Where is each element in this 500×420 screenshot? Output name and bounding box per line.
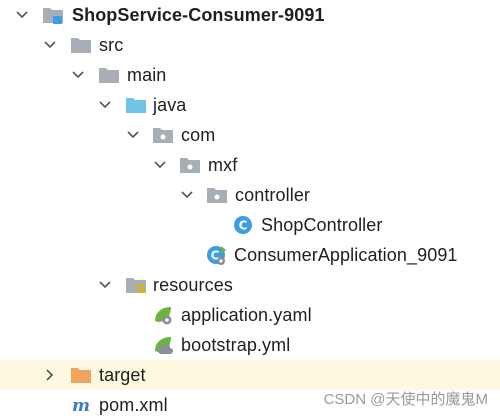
main-label: main <box>127 65 167 85</box>
bootstrap-label: bootstrap.yml <box>181 335 291 355</box>
svg-text:C: C <box>239 219 248 233</box>
chevron-down-icon[interactable] <box>97 277 113 293</box>
java-class-icon: C <box>232 214 254 236</box>
pom-label: pom.xml <box>99 395 168 415</box>
svg-text:m: m <box>72 396 90 416</box>
chevron-down-icon[interactable] <box>97 97 113 113</box>
folder-icon <box>70 34 92 56</box>
tree-row-mxf[interactable]: mxf <box>0 150 500 180</box>
tree-row-bootstrap-yml[interactable]: bootstrap.yml <box>0 330 500 360</box>
com-label: com <box>181 125 216 145</box>
root-label: ShopService-Consumer-9091 <box>72 5 325 25</box>
package-icon <box>206 184 228 206</box>
java-label: java <box>153 95 187 115</box>
maven-icon: m <box>70 394 92 416</box>
shopcontroller-label: ShopController <box>261 215 383 235</box>
tree-row-consumerapp[interactable]: C ConsumerApplication_9091 <box>0 240 500 270</box>
src-label: src <box>99 35 124 55</box>
folder-icon <box>98 64 120 86</box>
tree-row-shopcontroller[interactable]: C ShopController <box>0 210 500 240</box>
watermark: CSDN @天使中的魔鬼M <box>323 391 488 408</box>
chevron-down-icon[interactable] <box>42 37 58 53</box>
source-folder-icon <box>125 94 147 116</box>
target-label: target <box>99 365 146 385</box>
chevron-down-icon[interactable] <box>125 127 141 143</box>
excluded-folder-icon <box>70 364 92 386</box>
controller-label: controller <box>235 185 311 205</box>
tree-row-resources[interactable]: resources <box>0 270 500 300</box>
tree-row-target[interactable]: target <box>0 360 500 390</box>
chevron-down-icon[interactable] <box>152 157 168 173</box>
package-icon <box>179 154 201 176</box>
tree-row-java[interactable]: java <box>0 90 500 120</box>
spring-boot-class-icon: C <box>205 244 227 266</box>
tree-row-application-yaml[interactable]: application.yaml <box>0 300 500 330</box>
spring-config-icon <box>152 304 174 326</box>
chevron-down-icon[interactable] <box>70 67 86 83</box>
tree-row-controller[interactable]: controller <box>0 180 500 210</box>
application-yaml-label: application.yaml <box>181 305 312 325</box>
package-icon <box>152 124 174 146</box>
consumerapp-label: ConsumerApplication_9091 <box>234 245 458 265</box>
mxf-label: mxf <box>208 155 238 175</box>
tree-row-com[interactable]: com <box>0 120 500 150</box>
tree-row-root[interactable]: ShopService-Consumer-9091 <box>0 0 500 30</box>
spring-cloud-config-icon <box>152 334 174 356</box>
resources-folder-icon <box>125 274 147 296</box>
tree-row-main[interactable]: main <box>0 60 500 90</box>
tree-row-src[interactable]: src <box>0 30 500 60</box>
chevron-down-icon[interactable] <box>179 187 195 203</box>
chevron-right-icon[interactable] <box>42 367 58 383</box>
resources-label: resources <box>153 275 233 295</box>
chevron-down-icon[interactable] <box>14 7 30 23</box>
module-folder-icon <box>42 4 64 26</box>
